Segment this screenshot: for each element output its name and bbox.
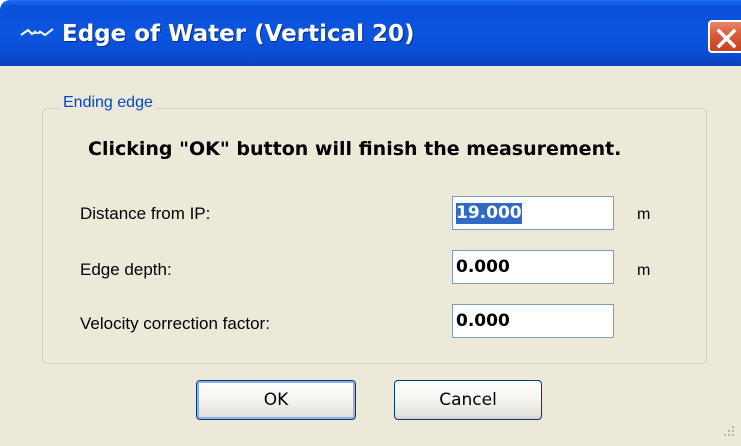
close-icon <box>716 28 737 49</box>
resize-grip-icon[interactable] <box>722 424 736 438</box>
title-bar[interactable]: Edge of Water (Vertical 20) <box>0 0 741 66</box>
edge-depth-value: 0.000 <box>456 257 510 277</box>
cancel-button[interactable]: Cancel <box>394 380 542 420</box>
distance-value: 19.000 <box>456 203 522 224</box>
edge-depth-input[interactable]: 0.000 <box>452 250 614 284</box>
ok-button[interactable]: OK <box>196 380 356 420</box>
distance-input[interactable]: 19.000 <box>452 196 614 230</box>
edge-depth-label: Edge depth: <box>80 260 172 279</box>
velocity-factor-value: 0.000 <box>456 311 510 331</box>
instruction-message: Clicking "OK" button will finish the mea… <box>88 138 622 160</box>
window-title: Edge of Water (Vertical 20) <box>62 21 415 47</box>
dialog-window: Edge of Water (Vertical 20) Ending edge … <box>0 0 741 446</box>
distance-unit: m <box>637 206 651 223</box>
velocity-factor-input[interactable]: 0.000 <box>452 304 614 338</box>
river-edge-icon <box>20 28 54 37</box>
dialog-body: Ending edge Clicking "OK" button will fi… <box>0 66 741 446</box>
velocity-factor-label: Velocity correction factor: <box>80 314 270 333</box>
close-button[interactable] <box>708 20 741 53</box>
edge-depth-unit: m <box>637 262 651 279</box>
group-legend: Ending edge <box>60 93 156 113</box>
distance-label: Distance from IP: <box>80 204 211 223</box>
